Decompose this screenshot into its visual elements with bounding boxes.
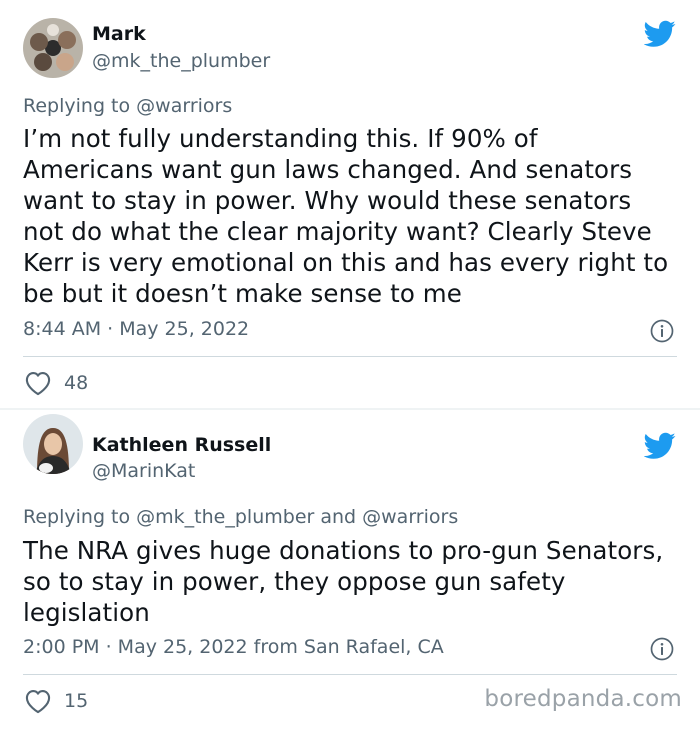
- like-count: 15: [64, 690, 89, 712]
- author-name[interactable]: Mark: [92, 23, 146, 45]
- tweet-card: Mark @mk_the_plumber Replying to @warrio…: [0, 0, 700, 408]
- author-handle[interactable]: @MarinKat: [92, 460, 195, 482]
- avatar[interactable]: [23, 18, 83, 78]
- author-handle[interactable]: @mk_the_plumber: [92, 50, 270, 72]
- tweet-card: Kathleen Russell @MarinKat Replying to @…: [0, 410, 700, 730]
- twitter-bird-icon[interactable]: [644, 20, 676, 48]
- tweet-timestamp[interactable]: 8:44 AM · May 25, 2022: [23, 318, 249, 340]
- watermark: boredpanda.com: [484, 686, 682, 712]
- heart-icon: [25, 690, 51, 714]
- tweet-text: The NRA gives huge donations to pro-gun …: [23, 536, 664, 627]
- like-button[interactable]: 15: [24, 688, 88, 714]
- reply-mentions[interactable]: @mk_the_plumber and @warriors: [136, 506, 458, 528]
- twitter-bird-icon[interactable]: [644, 432, 676, 460]
- reply-mentions[interactable]: @warriors: [136, 95, 232, 117]
- divider: [23, 674, 677, 675]
- info-icon[interactable]: [650, 319, 674, 343]
- replying-to-label: Replying to: [23, 506, 131, 528]
- divider: [23, 356, 677, 357]
- tweet-text: I’m not fully understanding this. If 90%…: [23, 124, 669, 308]
- heart-icon: [25, 372, 51, 396]
- replying-to: Replying to @warriors: [23, 95, 232, 117]
- avatar[interactable]: [23, 414, 83, 474]
- tweet-timestamp[interactable]: 2:00 PM · May 25, 2022 from San Rafael, …: [23, 636, 444, 658]
- like-button[interactable]: 48: [24, 370, 88, 396]
- like-count: 48: [64, 372, 89, 394]
- info-icon[interactable]: [650, 637, 674, 661]
- replying-to: Replying to @mk_the_plumber and @warrior…: [23, 506, 458, 528]
- author-name[interactable]: Kathleen Russell: [92, 434, 271, 456]
- replying-to-label: Replying to: [23, 95, 131, 117]
